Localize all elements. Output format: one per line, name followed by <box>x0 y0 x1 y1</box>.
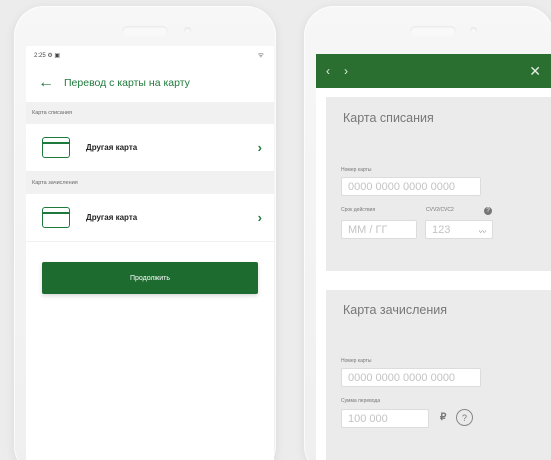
app-header: ← Перевод с карты на карту <box>26 64 274 102</box>
eye-icon[interactable]: 〰 <box>479 227 486 237</box>
debit-panel-title: Карта списания <box>343 111 434 125</box>
credit-card-panel: Карта зачисления Номер карты 0000 0000 0… <box>326 290 551 460</box>
status-bar: 2:25 ⚙ ▣ ᯤ <box>26 46 274 64</box>
wifi-icon: ᯤ <box>257 51 264 59</box>
payment-nav-bar: ‹ › ✕ <box>316 54 551 88</box>
status-time: 2:25 <box>34 52 46 59</box>
status-icons: ⚙ ▣ <box>47 52 61 59</box>
close-icon[interactable]: ✕ <box>529 63 541 80</box>
card-details-screen: ‹ › ✕ Карта списания Номер карты 0000 00… <box>316 54 551 460</box>
card-number-label: Номер карты <box>341 167 372 173</box>
credit-section-label: Карта зачисления <box>26 172 274 194</box>
debit-section-label: Карта списания <box>26 102 274 124</box>
card-number-input[interactable]: 0000 0000 0000 0000 <box>341 177 481 196</box>
phone-camera <box>470 27 477 34</box>
phone-speaker <box>122 26 168 36</box>
cvv-input[interactable]: 123 〰 <box>425 220 493 239</box>
phone-camera <box>184 27 191 34</box>
card-number-input[interactable]: 0000 0000 0000 0000 <box>341 368 481 387</box>
page-title: Перевод с карты на карту <box>64 77 190 89</box>
back-arrow-icon[interactable]: ← <box>38 75 54 91</box>
credit-panel-title: Карта зачисления <box>343 303 447 317</box>
status-left: 2:25 ⚙ ▣ <box>34 52 60 59</box>
expiry-label: Срок действия <box>341 207 376 213</box>
cvv-placeholder: 123 <box>432 223 451 236</box>
credit-card-select[interactable]: Другая карта › <box>26 194 274 242</box>
expiry-input[interactable]: ММ / ГГ <box>341 220 417 239</box>
card-number-label: Номер карты <box>341 358 372 364</box>
chevron-right-icon: › <box>257 140 262 155</box>
help-icon[interactable]: ? <box>456 409 473 426</box>
debit-card-select[interactable]: Другая карта › <box>26 124 274 172</box>
credit-card-icon <box>42 137 70 158</box>
transfer-start-screen: 2:25 ⚙ ▣ ᯤ ← Перевод с карты на карту Ка… <box>26 46 274 460</box>
chevron-right-icon[interactable]: › <box>344 64 348 78</box>
amount-input[interactable]: 100 000 <box>341 409 429 428</box>
credit-card-label: Другая карта <box>86 213 138 222</box>
debit-card-label: Другая карта <box>86 143 138 152</box>
debit-card-panel: Карта списания Номер карты 0000 0000 000… <box>326 97 551 271</box>
cvv-label: CVV2/CVC2 <box>426 207 454 213</box>
chevron-left-icon[interactable]: ‹ <box>326 64 330 78</box>
chevron-right-icon: › <box>257 210 262 225</box>
help-icon[interactable]: ? <box>484 207 492 215</box>
credit-card-icon <box>42 207 70 228</box>
phone-speaker <box>410 26 456 36</box>
ruble-icon: ₽ <box>440 412 447 423</box>
continue-button[interactable]: Продолжить <box>42 262 258 294</box>
amount-label: Сумма перевода <box>341 398 381 404</box>
